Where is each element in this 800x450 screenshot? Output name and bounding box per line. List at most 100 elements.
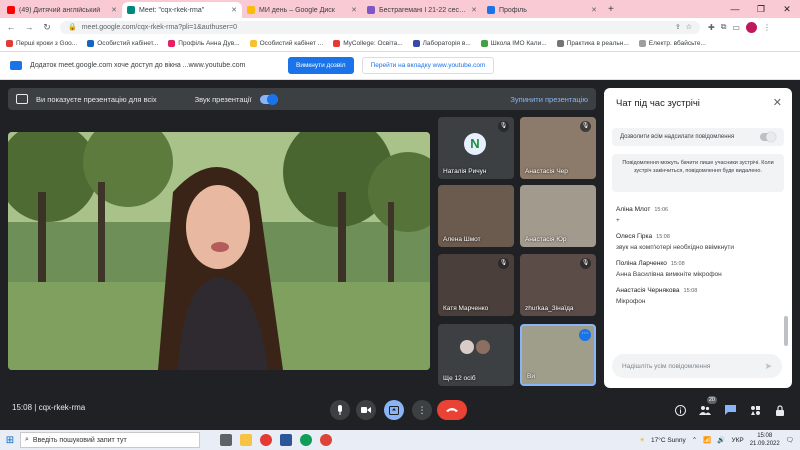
- close-window-icon[interactable]: ✕: [774, 0, 800, 18]
- message-time: 15:06: [654, 207, 669, 213]
- permission-toggle[interactable]: [760, 132, 776, 142]
- browser-tabbar: (49) Дитячий англійський ✕ Meet: "cqx-rk…: [0, 0, 800, 18]
- bookmark-item[interactable]: Профіль Анна Дув...: [168, 40, 240, 47]
- mic-button[interactable]: [330, 400, 350, 420]
- more-options-button[interactable]: ⋮: [412, 400, 432, 420]
- network-icon[interactable]: 📶: [703, 436, 711, 444]
- allow-button[interactable]: Вимкнути дозвіл: [288, 57, 354, 74]
- profile-avatar[interactable]: [745, 21, 757, 33]
- participant-tile[interactable]: 🎙 Катя Марченко: [438, 254, 514, 316]
- star-icon[interactable]: ☆: [686, 23, 692, 31]
- file-explorer-icon[interactable]: [240, 434, 252, 446]
- bookmark-item[interactable]: Електр. вбайсьте...: [638, 40, 706, 47]
- mic-icon: [338, 405, 342, 415]
- chat-input[interactable]: Надішліть усім повідомлення ➤: [612, 354, 782, 378]
- bookmark-item[interactable]: Лабораторія в...: [412, 40, 471, 47]
- volume-icon[interactable]: 🔊: [717, 436, 725, 444]
- message-time: 15:08: [656, 234, 670, 240]
- people-button[interactable]: 20: [697, 396, 717, 418]
- notification-icon[interactable]: 🗨: [786, 436, 794, 444]
- bookmark-label: Лабораторія в...: [422, 40, 471, 47]
- reload-icon[interactable]: ↻: [42, 22, 52, 33]
- meeting-details-button[interactable]: [672, 402, 688, 418]
- back-icon[interactable]: ←: [6, 22, 16, 32]
- infobar-text: Додаток meet.google.com хоче доступ до в…: [30, 62, 246, 69]
- share-icon[interactable]: ⇪: [675, 23, 681, 31]
- bookmark-item[interactable]: Особистий кабінет ...: [249, 40, 323, 47]
- screen: (49) Дитячий англійський ✕ Meet: "cqx-rk…: [0, 0, 800, 450]
- browser-tab[interactable]: МИ день – Google Диск ✕: [242, 2, 362, 18]
- browser-tab[interactable]: Профіль ✕: [482, 2, 602, 18]
- close-icon[interactable]: ✕: [773, 96, 782, 109]
- menu-icon[interactable]: ⋮: [763, 23, 771, 32]
- participant-tile[interactable]: N 🎙 Наталія Ричун: [438, 117, 514, 179]
- clock[interactable]: 15:08 21.09.2022: [750, 432, 780, 448]
- participant-name: Наталія Ричун: [443, 168, 487, 175]
- bookmark-item[interactable]: Практика в реальн...: [556, 40, 629, 47]
- task-view-icon[interactable]: [220, 434, 232, 446]
- taskbar-search[interactable]: ⌕ Введіть пошуковий запит тут: [20, 432, 200, 448]
- participant-tile[interactable]: Алена Шмот: [438, 185, 514, 247]
- language-indicator[interactable]: УКР: [731, 437, 743, 444]
- more-participants-tile[interactable]: Ще 12 осіб: [438, 324, 514, 386]
- bookmark-label: Практика в реальн...: [566, 40, 629, 47]
- extension-icon[interactable]: ✚: [708, 23, 715, 32]
- windows-start-icon[interactable]: ⊞: [0, 435, 20, 446]
- minimize-icon[interactable]: —: [722, 0, 748, 18]
- participant-tile[interactable]: 🎙 zhurkaa_Зінаїда: [520, 254, 596, 316]
- forward-icon[interactable]: →: [24, 22, 34, 32]
- chat-icon: [724, 405, 736, 415]
- browser-tab-active[interactable]: Meet: "cqx-rkek-rma" ✕: [122, 2, 242, 18]
- bookmark-item[interactable]: Школа IMO Кали...: [480, 40, 547, 47]
- close-icon[interactable]: ✕: [351, 6, 357, 14]
- close-icon[interactable]: ✕: [591, 6, 597, 14]
- message-text: звук на комп'ютері необхідно ввімкнути: [616, 244, 735, 251]
- bookmark-item[interactable]: Перші кроки з Goo...: [6, 40, 77, 47]
- present-button[interactable]: [384, 400, 404, 420]
- avatar: [476, 340, 490, 354]
- browser-tab[interactable]: (49) Дитячий англійський ✕: [2, 2, 122, 18]
- sidebar-icon[interactable]: ▭: [732, 23, 740, 32]
- chat-message: Анастасія Чернякова 15:08 Мікрофон: [616, 287, 784, 305]
- bookmark-item[interactable]: MyCollege: Освіта...: [333, 40, 403, 47]
- meeting-time: 15:08: [12, 403, 33, 412]
- activities-button[interactable]: [747, 402, 763, 418]
- chat-scrollbar[interactable]: [784, 316, 788, 346]
- close-icon[interactable]: ✕: [471, 6, 477, 14]
- bookmark-icon: [556, 40, 564, 47]
- more-options-icon[interactable]: ⋯: [579, 329, 591, 341]
- camera-button[interactable]: [356, 400, 376, 420]
- puzzle-icon[interactable]: ⧉: [721, 22, 727, 32]
- main-video: [8, 132, 430, 370]
- leave-call-button[interactable]: [437, 400, 467, 420]
- send-icon[interactable]: ➤: [764, 361, 772, 372]
- edge-icon[interactable]: [300, 434, 312, 446]
- meet-icon: [127, 6, 135, 14]
- participant-name: Катя Марченко: [443, 305, 489, 312]
- lock-button[interactable]: [772, 402, 788, 418]
- participant-tile[interactable]: Анастасія Юр: [520, 185, 596, 247]
- message-time: 15:08: [670, 261, 685, 267]
- opera-icon[interactable]: [260, 434, 272, 446]
- chat-button[interactable]: [722, 402, 738, 418]
- browser-tab[interactable]: Бестрагемані I 21-22 сесі - Ф ✕: [362, 2, 482, 18]
- word-icon[interactable]: [280, 434, 292, 446]
- address-bar[interactable]: 🔒 meet.google.com/cqx-rkek-rma?pli=1&aut…: [60, 20, 700, 34]
- tray-arrow-icon[interactable]: ⌃: [692, 436, 697, 444]
- chat-permission: Дозволити всім надсилати повідомлення: [612, 128, 784, 146]
- bookmark-icon: [168, 40, 176, 47]
- close-icon[interactable]: ✕: [111, 6, 117, 14]
- present-screen-icon: [16, 94, 28, 104]
- youtube-icon: [7, 6, 15, 14]
- bookmark-item[interactable]: Особистий кабінет...: [87, 40, 158, 47]
- stop-presenting-button[interactable]: Зупинити презентацію: [510, 95, 588, 104]
- sound-toggle[interactable]: [259, 93, 278, 105]
- site-icon: [487, 6, 495, 14]
- maximize-icon[interactable]: ❐: [748, 0, 774, 18]
- self-view-tile[interactable]: ⋯ Ви: [520, 324, 596, 386]
- open-tab-button[interactable]: Перейти на вкладку www.youtube.com: [361, 57, 495, 74]
- new-tab-button[interactable]: +: [602, 2, 620, 18]
- chrome-icon[interactable]: [320, 434, 332, 446]
- participant-tile[interactable]: 🎙 Анастасія Чер: [520, 117, 596, 179]
- close-icon[interactable]: ✕: [231, 6, 237, 14]
